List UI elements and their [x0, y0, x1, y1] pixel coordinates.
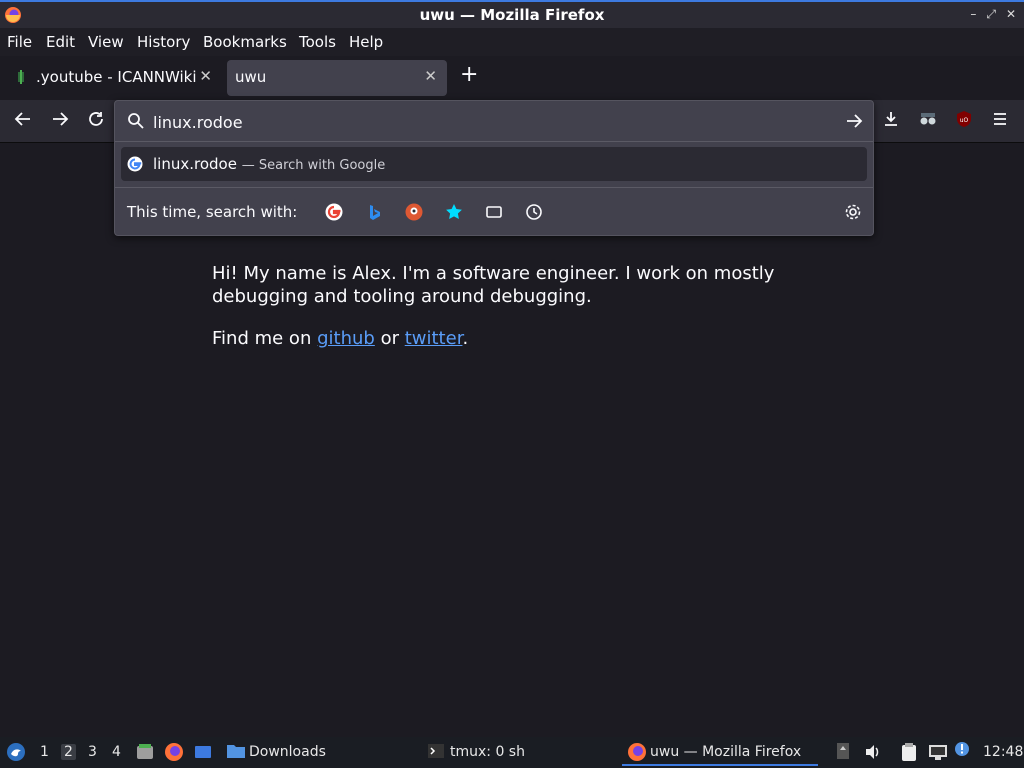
tmux-task[interactable]: tmux: 0 sh — [450, 744, 525, 760]
suggestion-separator: — — [241, 158, 259, 173]
duckduckgo-icon[interactable] — [405, 203, 423, 221]
clipboard-icon[interactable] — [899, 742, 919, 766]
menu-view[interactable]: View — [88, 33, 124, 51]
network-icon[interactable] — [928, 743, 948, 765]
window-titlebar: uwu — Mozilla Firefox – ⤢ ✕ — [0, 0, 1024, 28]
bookmarks-icon[interactable] — [445, 203, 463, 221]
firefox-task-icon — [627, 742, 647, 766]
tray-scroll-icon[interactable] — [836, 742, 850, 764]
firefox-launcher-icon[interactable] — [164, 742, 184, 766]
tab-label: uwu — [235, 68, 267, 86]
google-icon — [127, 156, 143, 176]
tabs-icon[interactable] — [485, 203, 503, 221]
gear-icon[interactable] — [844, 203, 862, 221]
window-title: uwu — Mozilla Firefox — [419, 6, 605, 24]
google-icon[interactable] — [325, 203, 343, 221]
favicon-icon — [16, 70, 28, 88]
window-launcher-icon[interactable] — [193, 742, 213, 766]
divider — [115, 141, 873, 142]
find-me-text: Find me on — [212, 328, 312, 349]
workspace-4[interactable]: 4 — [112, 744, 121, 760]
intro-paragraph: Hi! My name is Alex. I'm a software engi… — [212, 263, 775, 307]
tab-icannwiki[interactable]: .youtube - ICANNWiki ✕ — [4, 60, 222, 96]
new-tab-icon[interactable]: + — [460, 62, 478, 87]
private-extension-icon[interactable] — [918, 110, 938, 133]
tab-label: .youtube - ICANNWiki — [36, 68, 197, 86]
menu-bookmarks[interactable]: Bookmarks — [203, 33, 287, 51]
reload-icon[interactable] — [87, 110, 105, 133]
taskbar: 1 2 3 4 Downloads tmux: 0 sh uwu — Mozil… — [0, 737, 1024, 768]
links-paragraph: Find me on github or twitter. — [212, 327, 832, 350]
workspace-2[interactable]: 2 — [61, 744, 76, 760]
minimize-icon[interactable]: – — [970, 7, 976, 22]
forward-icon[interactable] — [51, 110, 69, 133]
workspace-3[interactable]: 3 — [88, 744, 97, 760]
tab-bar: .youtube - ICANNWiki ✕ uwu ✕ — [0, 56, 1024, 100]
folder-icon — [226, 742, 246, 764]
urlbar-panel: linux.rodoe — Search with Google This ti… — [114, 100, 874, 236]
volume-icon[interactable] — [864, 743, 882, 765]
firefox-task[interactable]: uwu — Mozilla Firefox — [650, 744, 801, 760]
close-icon[interactable]: ✕ — [1006, 7, 1016, 22]
start-menu-icon[interactable] — [6, 742, 26, 766]
github-link[interactable]: github — [317, 328, 375, 349]
maximize-icon[interactable]: ⤢ — [986, 7, 996, 22]
ublock-icon[interactable]: uO — [955, 110, 973, 133]
clock: 12:48 — [983, 744, 1024, 760]
menu-edit[interactable]: Edit — [46, 33, 75, 51]
menu-tools[interactable]: Tools — [299, 33, 336, 51]
tab-uwu[interactable]: uwu ✕ — [227, 60, 447, 96]
suggestion-description: Search with Google — [258, 158, 386, 173]
menu-icon[interactable] — [991, 110, 1009, 133]
history-icon[interactable] — [525, 203, 543, 221]
menu-help[interactable]: Help — [349, 33, 383, 51]
oneoff-label: This time, search with: — [127, 203, 298, 221]
close-tab-icon[interactable]: ✕ — [424, 67, 437, 85]
workspace-1[interactable]: 1 — [40, 744, 49, 760]
or-text: or — [380, 328, 399, 349]
downloads-icon[interactable] — [882, 110, 900, 133]
menu-history[interactable]: History — [137, 33, 190, 51]
menu-bar: File Edit View History Bookmarks Tools H… — [0, 28, 1024, 56]
go-arrow-icon[interactable] — [845, 112, 863, 134]
search-suggestion[interactable]: linux.rodoe — Search with Google — [121, 147, 867, 181]
notification-icon[interactable] — [954, 741, 970, 761]
back-icon[interactable] — [14, 110, 32, 133]
bing-icon[interactable] — [365, 203, 383, 221]
suggestion-text: linux.rodoe — [153, 155, 237, 173]
file-manager-icon[interactable] — [135, 742, 155, 766]
downloads-task[interactable]: Downloads — [249, 744, 326, 760]
period-text: . — [462, 328, 469, 349]
menu-file[interactable]: File — [7, 33, 32, 51]
svg-text:uO: uO — [960, 117, 969, 124]
urlbar-input[interactable] — [121, 105, 867, 139]
divider — [115, 187, 873, 188]
close-tab-icon[interactable]: ✕ — [199, 67, 212, 85]
terminal-icon — [427, 742, 445, 764]
twitter-link[interactable]: twitter — [405, 328, 463, 349]
page-content: Hi! My name is Alex. I'm a software engi… — [212, 262, 832, 369]
